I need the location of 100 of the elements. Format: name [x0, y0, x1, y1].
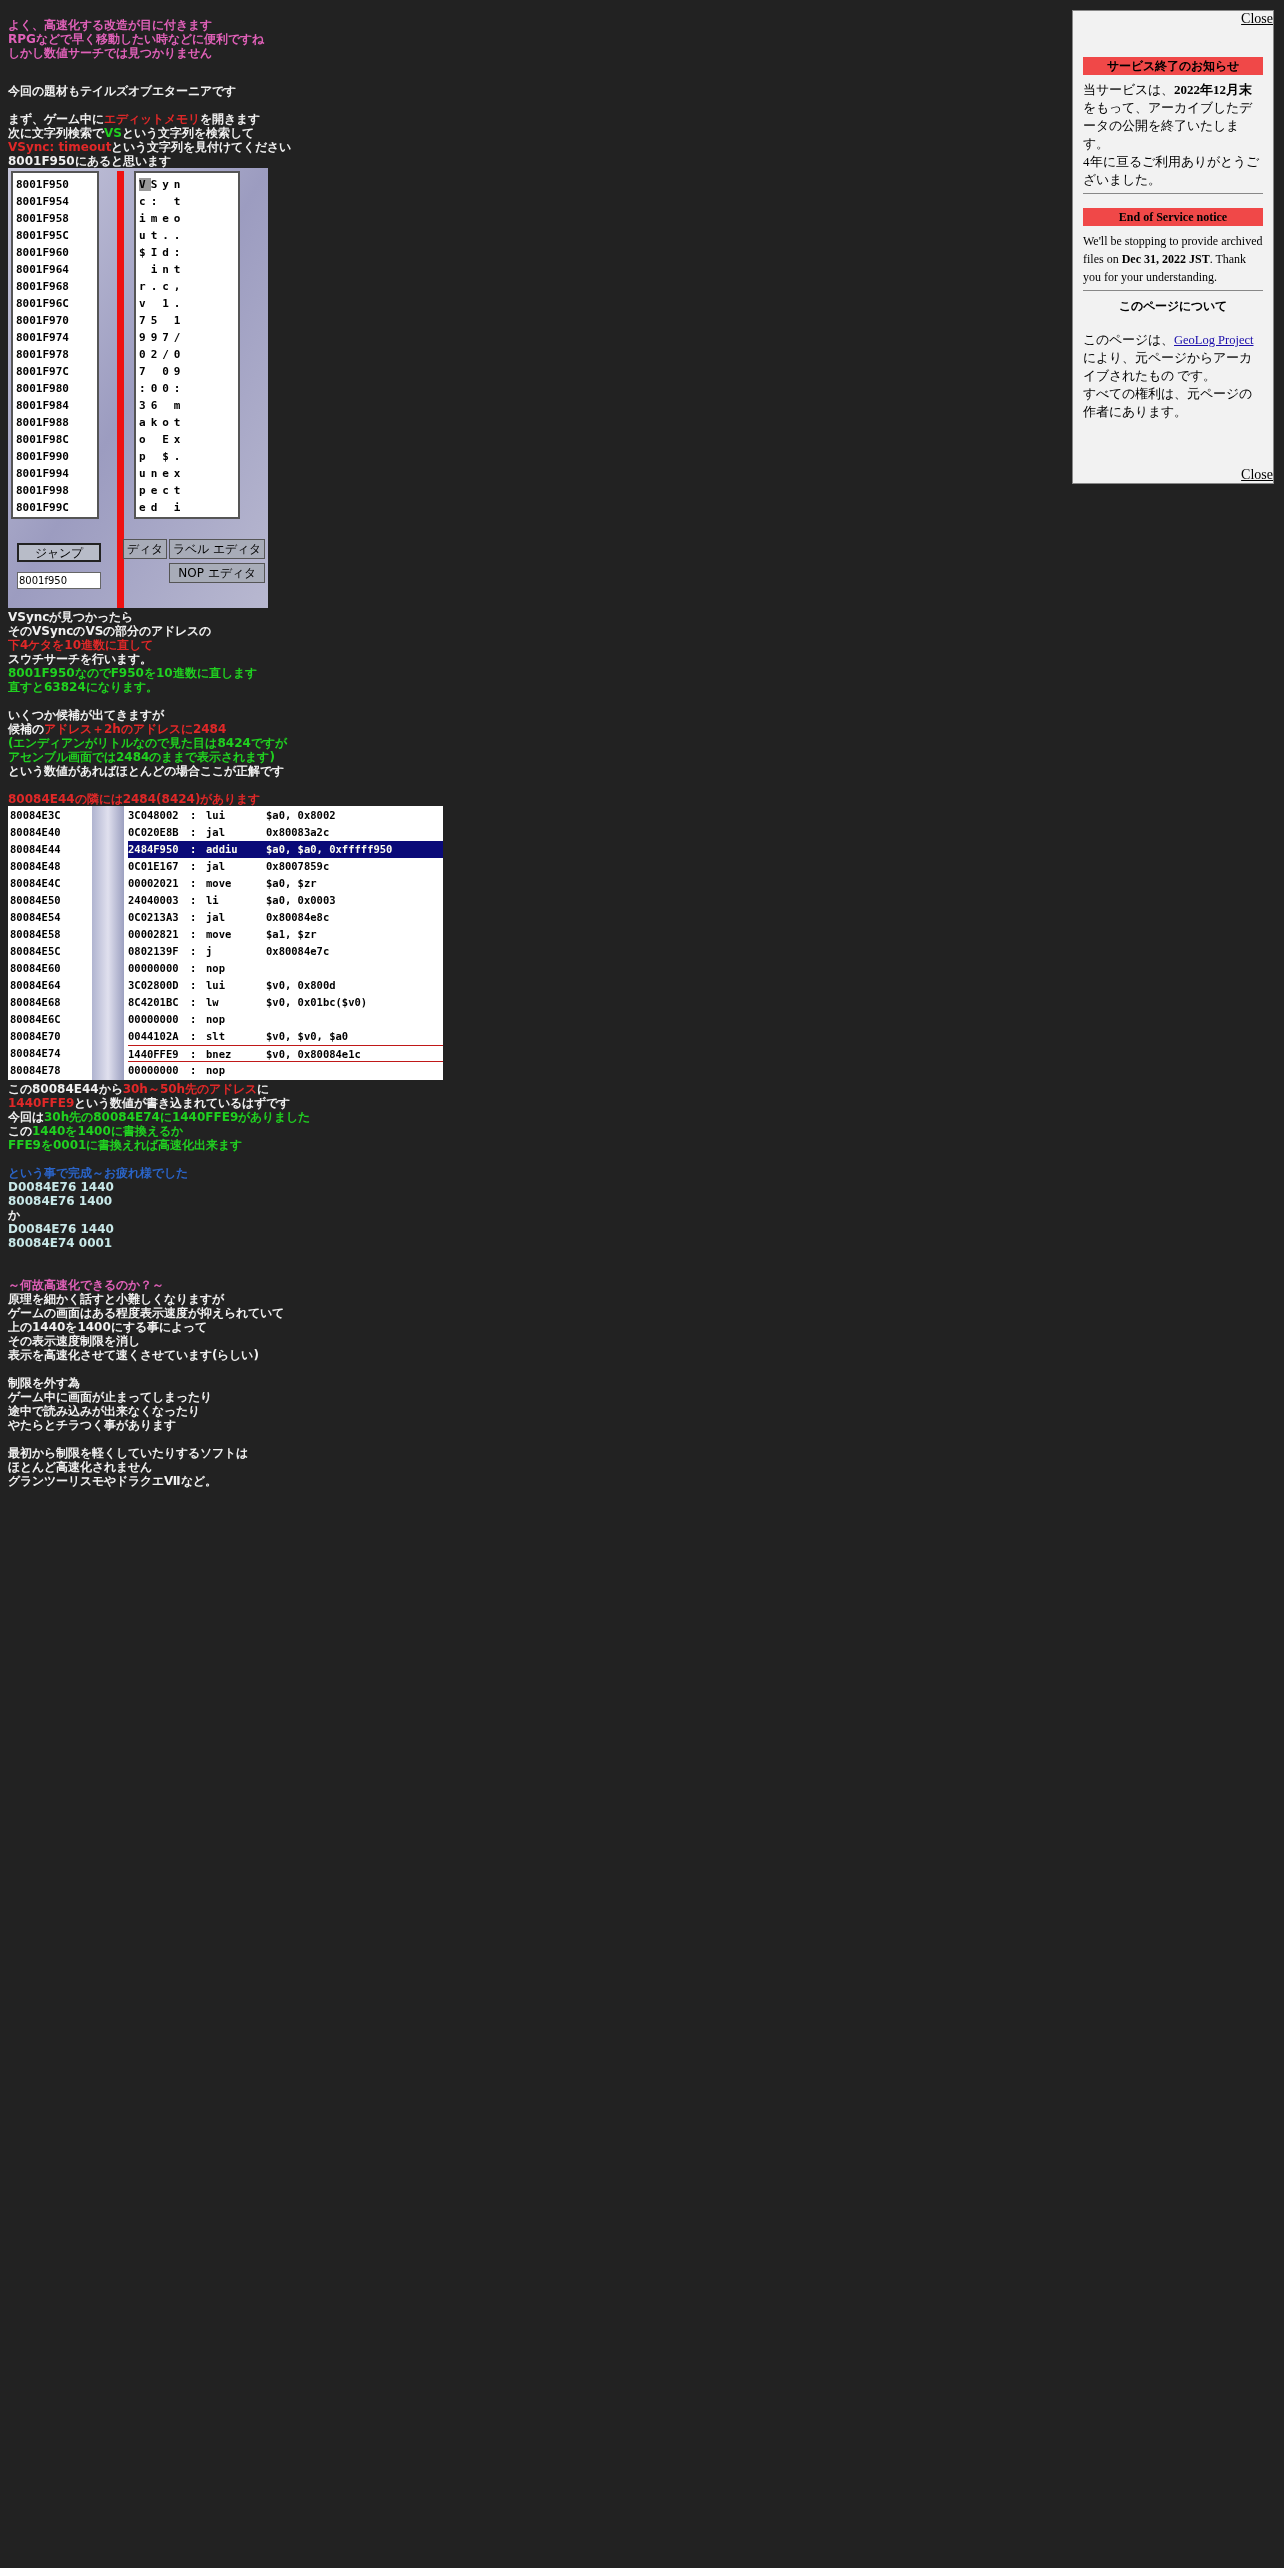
hex-code: 3C02800D	[128, 979, 179, 991]
operand-text: 0x80084e7c	[266, 944, 330, 959]
geolog-link[interactable]: GeoLog Project	[1174, 333, 1254, 347]
address-text: 8001F960	[16, 245, 69, 261]
address-text: 8001F970	[16, 313, 69, 329]
address-text: 8001F988	[16, 415, 69, 431]
hex-code: 00000000	[128, 1013, 179, 1025]
close-link[interactable]: Close	[1241, 467, 1273, 483]
address-text: 80084E60	[9, 961, 61, 976]
text-line: 80084E76 1400	[8, 1194, 113, 1208]
notice-heading: サービス終了のお知らせ	[1083, 57, 1263, 75]
address-text: 8001F96C	[16, 296, 69, 312]
hex-code: 0C01E167	[128, 860, 179, 872]
text-line: D0084E76 1440	[8, 1222, 114, 1236]
separator-text: :	[190, 962, 197, 974]
separator-text: :	[190, 996, 197, 1008]
text-line: この1440を1400に書換えるか	[8, 1124, 183, 1138]
text-line: 原理を細かく話すと小難しくなりますが	[8, 1292, 224, 1306]
label-editor-button[interactable]: ラベル エディタ	[169, 539, 265, 559]
hex-code: 3C048002	[128, 809, 179, 821]
separator-text: :	[190, 1048, 197, 1060]
address-text: 8001F998	[16, 483, 69, 499]
hex-code: 00002821	[128, 928, 179, 940]
about-text: すべての権利は、元ページの作者にあります。	[1083, 386, 1253, 421]
separator-text: :	[190, 1064, 197, 1076]
hex-code: 00002021	[128, 877, 179, 889]
operand-text: $a0, $zr	[266, 876, 317, 891]
hex-code: 8C4201BC	[128, 996, 179, 1008]
text-line: 制限を外す為	[8, 1376, 80, 1390]
operand-text: $a0, $a0, 0xfffff950	[266, 842, 393, 857]
address-text: 8001F98C	[16, 432, 69, 448]
char-row-text: p $.	[139, 449, 186, 465]
address-text: 80084E54	[9, 910, 61, 925]
operand-text: $v0, 0x01bc($v0)	[266, 995, 368, 1010]
text-line: そのVSyncのVSの部分のアドレスの	[8, 624, 212, 638]
text-line: 今回は30h先の80084E74に1440FFE9がありました	[8, 1110, 311, 1124]
address-text: 80084E48	[9, 859, 61, 874]
text-line: ほとんど高速化されません	[8, 1460, 152, 1474]
char-row-text: $Id:	[139, 245, 186, 261]
separator-text: :	[190, 1030, 197, 1042]
about-heading: このページについて	[1118, 298, 1228, 315]
hex-code: 0C0213A3	[128, 911, 179, 923]
hex-code: 00000000	[128, 962, 179, 974]
operand-text: $v0, $v0, $a0	[266, 1029, 349, 1044]
hex-code: 24040003	[128, 894, 179, 906]
address-text: 8001F99C	[16, 500, 69, 516]
char-row-text: 7 09	[139, 364, 186, 380]
address-text: 80084E78	[9, 1063, 61, 1078]
opcode-text: slt	[206, 1030, 225, 1042]
opcode-text: nop	[206, 1013, 225, 1025]
text-line: 直すと63824になります。	[8, 680, 158, 694]
opcode-text: addiu	[206, 843, 238, 855]
separator-text: :	[190, 894, 197, 906]
separator-text: :	[190, 945, 197, 957]
char-row-text: v 1.	[139, 296, 186, 312]
separator-text: :	[190, 843, 197, 855]
text-line: 上の1440を1400にする事によって	[8, 1320, 207, 1334]
separator-text: :	[190, 877, 197, 889]
address-text: 8001F974	[16, 330, 69, 346]
opcode-text: lw	[206, 996, 219, 1008]
close-link[interactable]: Close	[1241, 11, 1273, 27]
text-line: やたらとチラつく事があります	[8, 1418, 176, 1432]
address-text: 8001F954	[16, 194, 69, 210]
text-line: 次に文字列検索でVS という文字列を検索して	[8, 126, 254, 140]
text-line: 表示を高速化させて速くさせています(らしい)	[8, 1348, 259, 1362]
address-text: 8001F95C	[16, 228, 69, 244]
opcode-text: lui	[206, 809, 225, 821]
operand-text: $v0, 0x800d	[266, 978, 336, 993]
text-line: VSyncが見つかったら	[8, 610, 134, 624]
address-text: 8001F978	[16, 347, 69, 363]
notice-text: We'll be stopping to provide archived files on Dec 31, 2022 JST. Thank you for your understanding.	[1083, 233, 1263, 286]
address-text: 8001F950	[16, 177, 69, 193]
hex-code: 0044102A	[128, 1030, 179, 1042]
address-text: 8001F968	[16, 279, 69, 295]
char-row-text: int	[149, 262, 186, 278]
address-text: 80084E6C	[9, 1012, 61, 1027]
separator-text: :	[190, 911, 197, 923]
address-text: 8001F984	[16, 398, 69, 414]
operand-text: $a0, 0x8002	[266, 808, 336, 823]
address-text: 8001F994	[16, 466, 69, 482]
hex-code: 00000000	[128, 1064, 179, 1076]
nop-editor-button[interactable]: NOP エディタ	[169, 563, 265, 583]
text-line: (エンディアンがリトルなので見た目は8424ですが	[8, 736, 287, 750]
text-line: 80084E44の隣には2484(8424)があります	[8, 792, 261, 806]
text-line: ゲームの画面はある程度表示速度が抑えられていて	[8, 1306, 284, 1320]
address-text: 80084E58	[9, 927, 61, 942]
operand-text: 0x80083a2c	[266, 825, 330, 840]
opcode-text: j	[206, 945, 213, 957]
editor-button[interactable]: ディタ	[123, 539, 167, 559]
text-line: よく、高速化する改造が目に付きます	[8, 18, 212, 32]
opcode-text: nop	[206, 1064, 225, 1076]
text-line: 候補のアドレス＋2hのアドレスに2484	[8, 722, 227, 736]
jump-button[interactable]: ジャンプ	[17, 543, 101, 562]
opcode-text: nop	[206, 962, 225, 974]
operand-text: 0x8007859c	[266, 859, 330, 874]
address-field[interactable]: 8001f950	[17, 572, 101, 589]
text-line: RPGなどで早く移動したい時などに便利ですね	[8, 32, 264, 46]
notice-text: 4年に亘るご利用ありがとうございました。	[1083, 153, 1260, 189]
opcode-text: bnez	[206, 1048, 232, 1060]
text-line: か	[8, 1208, 20, 1222]
